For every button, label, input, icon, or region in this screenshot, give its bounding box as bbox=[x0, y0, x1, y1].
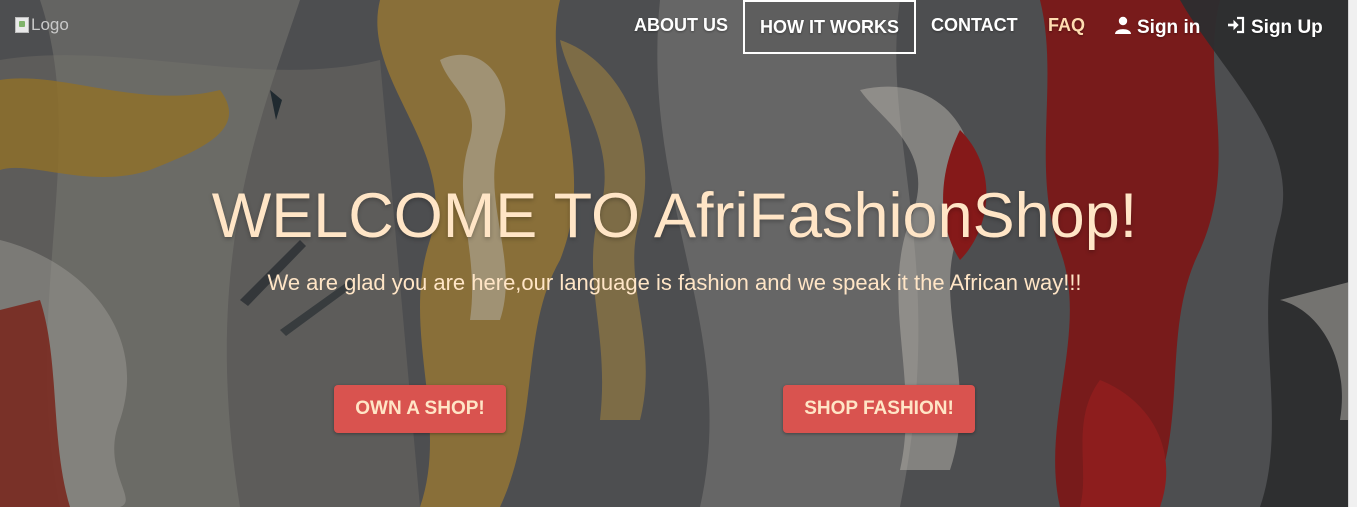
nav-faq-label: FAQ bbox=[1048, 15, 1086, 35]
vertical-scrollbar[interactable] bbox=[1348, 0, 1357, 507]
nav-how-it-works[interactable]: HOW IT WORKS bbox=[743, 0, 916, 54]
sign-in-label: Sign in bbox=[1137, 17, 1201, 38]
shop-fashion-button[interactable]: SHOP FASHION! bbox=[783, 385, 975, 433]
top-navigation: ABOUT US HOW IT WORKS CONTACT FAQ Sign i… bbox=[0, 0, 1349, 56]
nav-how-it-works-label: HOW IT WORKS bbox=[760, 16, 899, 37]
nav-about-us[interactable]: ABOUT US bbox=[634, 15, 728, 36]
nav-contact-label: CONTACT bbox=[931, 15, 1018, 35]
user-icon bbox=[1114, 16, 1132, 40]
own-a-shop-button[interactable]: OWN A SHOP! bbox=[334, 385, 506, 433]
nav-faq[interactable]: FAQ bbox=[1048, 15, 1085, 36]
nav-contact[interactable]: CONTACT bbox=[931, 15, 1018, 36]
sign-up-link[interactable]: Sign Up bbox=[1227, 16, 1323, 40]
hero-title: WELCOME TO AfriFashionShop! bbox=[211, 181, 1138, 251]
sign-up-label: Sign Up bbox=[1251, 17, 1323, 38]
nav-about-us-label: ABOUT US bbox=[634, 15, 728, 35]
sign-in-link[interactable]: Sign in bbox=[1114, 16, 1200, 40]
sign-in-arrow-icon bbox=[1227, 16, 1246, 40]
hero-background bbox=[0, 0, 1357, 507]
hero-subtitle: We are glad you are here,our language is… bbox=[267, 270, 1082, 295]
